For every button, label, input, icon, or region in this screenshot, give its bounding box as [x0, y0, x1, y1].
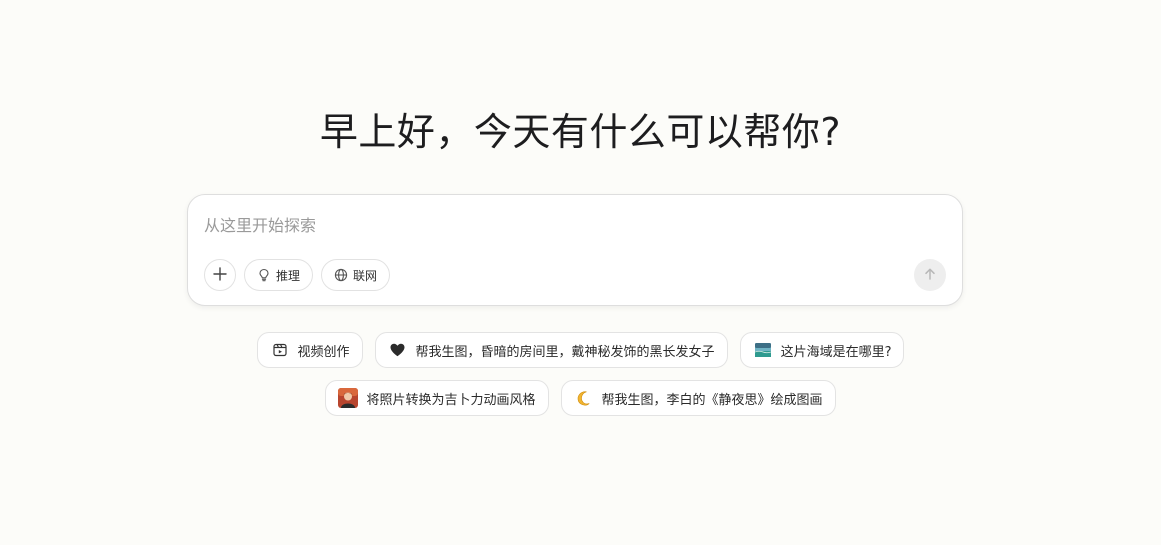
arrow-up-icon	[923, 266, 937, 285]
suggestion-label: 帮我生图，李白的《静夜思》绘成图画	[601, 392, 823, 408]
suggestion-label: 视频创作	[297, 344, 350, 360]
suggestion-row-1: 视频创作 帮我生图，昏暗的房间里，戴神秘发饰的黑长发女子 这片海域是在哪里?	[0, 332, 1161, 368]
reasoning-button[interactable]: 推理	[244, 259, 314, 291]
send-button[interactable]	[914, 259, 946, 291]
suggestion-chips: 视频创作 帮我生图，昏暗的房间里，戴神秘发饰的黑长发女子 这片海域是在哪里? 将…	[0, 332, 1161, 428]
suggestion-label: 这片海域是在哪里?	[780, 344, 892, 360]
portrait-thumbnail-icon	[338, 388, 359, 408]
page: 早上好，今天有什么可以帮你? 推理	[0, 0, 1161, 545]
globe-icon	[334, 268, 348, 282]
add-attachment-button[interactable]	[204, 259, 236, 291]
suggestion-label: 将照片转换为吉卜力动画风格	[366, 392, 536, 408]
seascape-thumbnail-icon	[753, 340, 773, 360]
suggestion-sea-location[interactable]: 这片海域是在哪里?	[739, 332, 905, 368]
black-heart-icon	[388, 340, 408, 360]
composer-toolbar: 推理 联网	[204, 259, 391, 291]
reasoning-label: 推理	[276, 268, 301, 283]
greeting-title: 早上好，今天有什么可以帮你?	[319, 110, 842, 154]
suggestion-libai-poem[interactable]: 帮我生图，李白的《静夜思》绘成图画	[560, 380, 836, 416]
crescent-moon-icon	[574, 388, 594, 408]
suggestion-row-2: 将照片转换为吉卜力动画风格 帮我生图，李白的《静夜思》绘成图画	[0, 380, 1161, 416]
web-search-label: 联网	[353, 268, 378, 283]
web-search-button[interactable]: 联网	[321, 259, 391, 291]
plus-icon	[213, 265, 227, 286]
suggestion-video-creation[interactable]: 视频创作	[256, 332, 363, 368]
prompt-input[interactable]	[204, 211, 904, 239]
video-clip-icon	[270, 340, 290, 360]
suggestion-label: 帮我生图，昏暗的房间里，戴神秘发饰的黑长发女子	[415, 344, 715, 360]
composer-box: 推理 联网	[187, 194, 963, 306]
suggestion-ghibli-style[interactable]: 将照片转换为吉卜力动画风格	[325, 380, 549, 416]
lightbulb-icon	[257, 268, 271, 282]
suggestion-dark-room-woman[interactable]: 帮我生图，昏暗的房间里，戴神秘发饰的黑长发女子	[374, 332, 728, 368]
